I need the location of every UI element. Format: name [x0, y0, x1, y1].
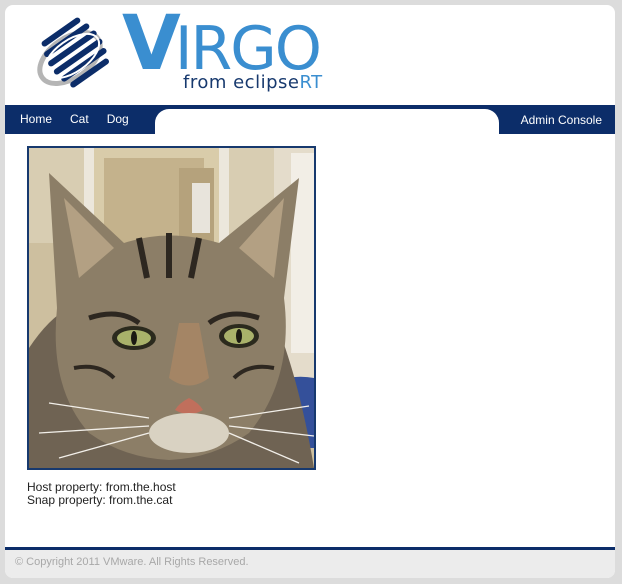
logo-tagline: from eclipseRT — [183, 72, 323, 93]
nav-bar-notch — [155, 109, 499, 137]
nav-item-admin-console[interactable]: Admin Console — [521, 113, 602, 127]
nav-left-menu: Home Cat Dog — [5, 105, 147, 134]
properties-text: Host property: from.the.host Snap proper… — [27, 481, 176, 507]
logo-tagline-suffix: RT — [299, 72, 323, 93]
nav-item-home[interactable]: Home — [20, 105, 52, 134]
logo-tagline-prefix: from eclipse — [183, 72, 300, 93]
virgo-logo[interactable]: VIRGO from eclipseRT — [32, 5, 342, 100]
copyright-text: © Copyright 2011 VMware. All Rights Rese… — [15, 556, 249, 568]
logo-initial: V — [122, 5, 181, 87]
nav-item-dog[interactable]: Dog — [107, 105, 129, 134]
nav-item-cat[interactable]: Cat — [70, 105, 89, 134]
tabby-cat-photo — [29, 148, 314, 468]
cat-photo — [27, 146, 316, 470]
snap-property: Snap property: from.the.cat — [27, 493, 173, 507]
nav-right-menu: Admin Console — [521, 105, 602, 134]
virgo-sphere-logo-icon — [37, 17, 110, 88]
page-container: VIRGO from eclipseRT Home Cat Dog Admin … — [5, 5, 615, 578]
